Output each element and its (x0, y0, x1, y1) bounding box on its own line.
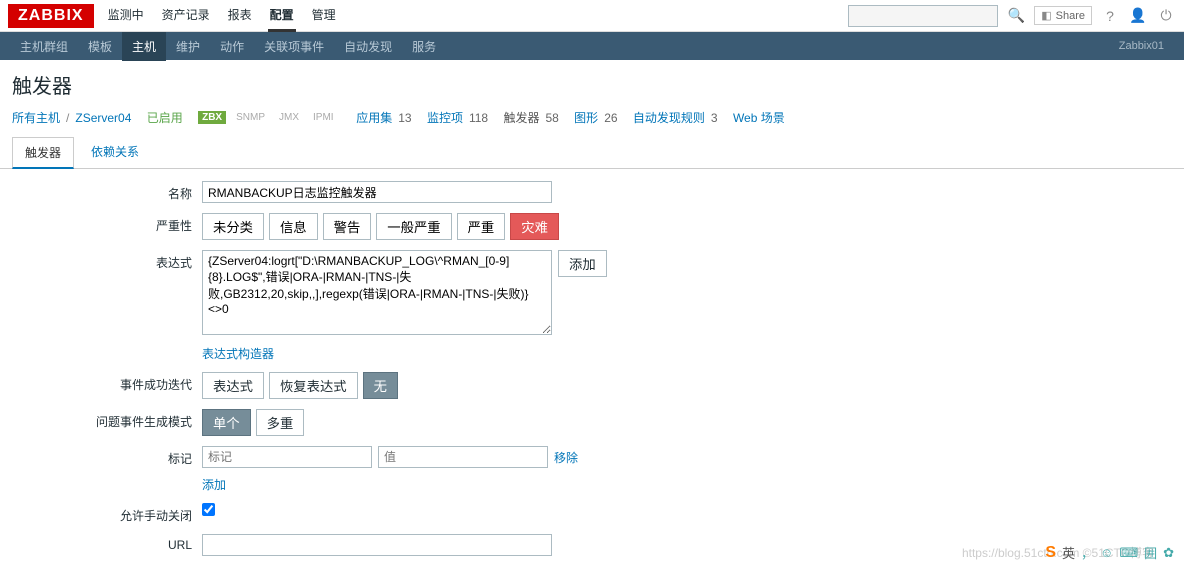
status-enabled: 已启用 (147, 109, 183, 126)
crumb-graphs[interactable]: 图形 (574, 109, 598, 126)
sogou-logo-icon[interactable]: S (1045, 544, 1056, 562)
severity-label: 严重性 (12, 213, 202, 234)
problem-mode-multiple[interactable]: 多重 (256, 409, 305, 436)
severity-group: 未分类 信息 警告 一般严重 严重 灾难 (202, 213, 559, 240)
crumb-apps[interactable]: 应用集 (356, 109, 392, 126)
sub-nav: 主机群组 模板 主机 维护 动作 关联项事件 自动发现 服务 Zabbix01 (0, 32, 1184, 60)
tag-remove-link[interactable]: 移除 (554, 449, 578, 466)
ime-punct-button[interactable]: ， (1081, 543, 1094, 562)
crumb-host[interactable]: ZServer04 (75, 111, 131, 125)
ok-event-expression[interactable]: 表达式 (202, 372, 264, 399)
items-count: 118 (469, 111, 488, 125)
ime-tool-icon[interactable]: ✿ (1163, 545, 1174, 561)
crumb-separator: / (66, 111, 69, 125)
subnav-maintenance[interactable]: 维护 (166, 32, 210, 61)
tag-add-link[interactable]: 添加 (202, 476, 226, 493)
url-label: URL (12, 534, 202, 552)
search-input[interactable] (848, 5, 998, 27)
sev-not-classified[interactable]: 未分类 (202, 213, 264, 240)
subnav-actions[interactable]: 动作 (210, 32, 254, 61)
ok-event-none[interactable]: 无 (363, 372, 398, 399)
name-input[interactable] (202, 181, 552, 203)
page-title: 触发器 (0, 60, 1184, 109)
subnav-hostgroups[interactable]: 主机群组 (10, 32, 78, 61)
sev-disaster[interactable]: 灾难 (510, 213, 559, 240)
name-label: 名称 (12, 181, 202, 202)
subnav-hosts[interactable]: 主机 (122, 32, 166, 61)
share-button[interactable]: ◧Share (1034, 6, 1092, 25)
manual-close-checkbox[interactable] (202, 503, 215, 516)
ok-event-recovery[interactable]: 恢复表达式 (269, 372, 358, 399)
top-nav: 监测中 资产记录 报表 配置 管理 (106, 0, 338, 32)
sev-high[interactable]: 严重 (457, 213, 506, 240)
subnav-correlation[interactable]: 关联项事件 (254, 32, 334, 61)
problem-mode-group: 单个 多重 (202, 409, 304, 436)
manual-close-label: 允许手动关闭 (12, 503, 202, 524)
ime-grid-icon[interactable]: 囲 (1144, 543, 1157, 562)
discovery-count: 3 (711, 111, 718, 125)
expression-textarea[interactable]: {ZServer04:logrt["D:\RMANBACKUP_LOG\^RMA… (202, 250, 552, 335)
apps-count: 13 (398, 111, 411, 125)
user-icon[interactable]: 👤 (1128, 6, 1148, 26)
tags-label: 标记 (12, 446, 202, 467)
breadcrumb: 所有主机 / ZServer04 已启用 ZBX SNMP JMX IPMI 应… (0, 109, 1184, 136)
subnav-services[interactable]: 服务 (402, 32, 446, 61)
proto-ipmi: IPMI (309, 111, 338, 124)
proto-zbx: ZBX (198, 111, 226, 124)
logout-icon[interactable]: ⏻ (1156, 6, 1176, 26)
problem-mode-label: 问题事件生成模式 (12, 409, 202, 430)
subnav-discovery[interactable]: 自动发现 (334, 32, 402, 61)
crumb-items[interactable]: 监控项 (427, 109, 463, 126)
crumb-triggers-label: 触发器 (503, 109, 539, 126)
ime-lang-button[interactable]: 英 (1062, 543, 1075, 562)
expression-constructor-link[interactable]: 表达式构造器 (202, 345, 274, 362)
top-bar: ZABBIX 监测中 资产记录 报表 配置 管理 🔍 ◧Share ? 👤 ⏻ (0, 0, 1184, 32)
search-icon[interactable]: 🔍 (1006, 6, 1026, 26)
crumb-web[interactable]: Web 场景 (733, 109, 785, 126)
add-expression-button[interactable]: 添加 (558, 250, 607, 277)
ime-keyboard-icon[interactable]: ⌨ (1119, 545, 1138, 561)
expression-label: 表达式 (12, 250, 202, 271)
url-input[interactable] (202, 534, 552, 556)
help-icon[interactable]: ? (1100, 6, 1120, 26)
triggers-count: 58 (545, 111, 558, 125)
nav-reports[interactable]: 报表 (226, 0, 254, 32)
logo: ZABBIX (8, 4, 94, 28)
ime-emoji-icon[interactable]: ☺ (1100, 545, 1113, 560)
sev-average[interactable]: 一般严重 (376, 213, 451, 240)
ok-event-label: 事件成功迭代 (12, 372, 202, 393)
tab-dependencies[interactable]: 依赖关系 (78, 136, 152, 168)
graphs-count: 26 (604, 111, 617, 125)
sev-information[interactable]: 信息 (269, 213, 318, 240)
tab-trigger[interactable]: 触发器 (12, 137, 74, 169)
nav-administration[interactable]: 管理 (310, 0, 338, 32)
ime-toolbar: S 英 ， ☺ ⌨ 囲 ✿ (1045, 543, 1174, 562)
crumb-discovery[interactable]: 自动发现规则 (633, 109, 705, 126)
tag-name-input[interactable] (202, 446, 372, 468)
tabs: 触发器 依赖关系 (0, 136, 1184, 169)
problem-mode-single[interactable]: 单个 (202, 409, 251, 436)
tag-value-input[interactable] (378, 446, 548, 468)
nav-configuration[interactable]: 配置 (268, 0, 296, 32)
server-name: Zabbix01 (1119, 40, 1174, 52)
proto-snmp: SNMP (232, 111, 269, 124)
ok-event-group: 表达式 恢复表达式 无 (202, 372, 398, 399)
top-right: 🔍 ◧Share ? 👤 ⏻ (848, 5, 1176, 27)
nav-monitoring[interactable]: 监测中 (106, 0, 146, 32)
subnav-templates[interactable]: 模板 (78, 32, 122, 61)
nav-inventory[interactable]: 资产记录 (160, 0, 212, 32)
crumb-all-hosts[interactable]: 所有主机 (12, 109, 60, 126)
sev-warning[interactable]: 警告 (323, 213, 372, 240)
proto-jmx: JMX (275, 111, 303, 124)
trigger-form: 名称 严重性 未分类 信息 警告 一般严重 严重 灾难 表达式 {ZServer… (0, 169, 1184, 566)
